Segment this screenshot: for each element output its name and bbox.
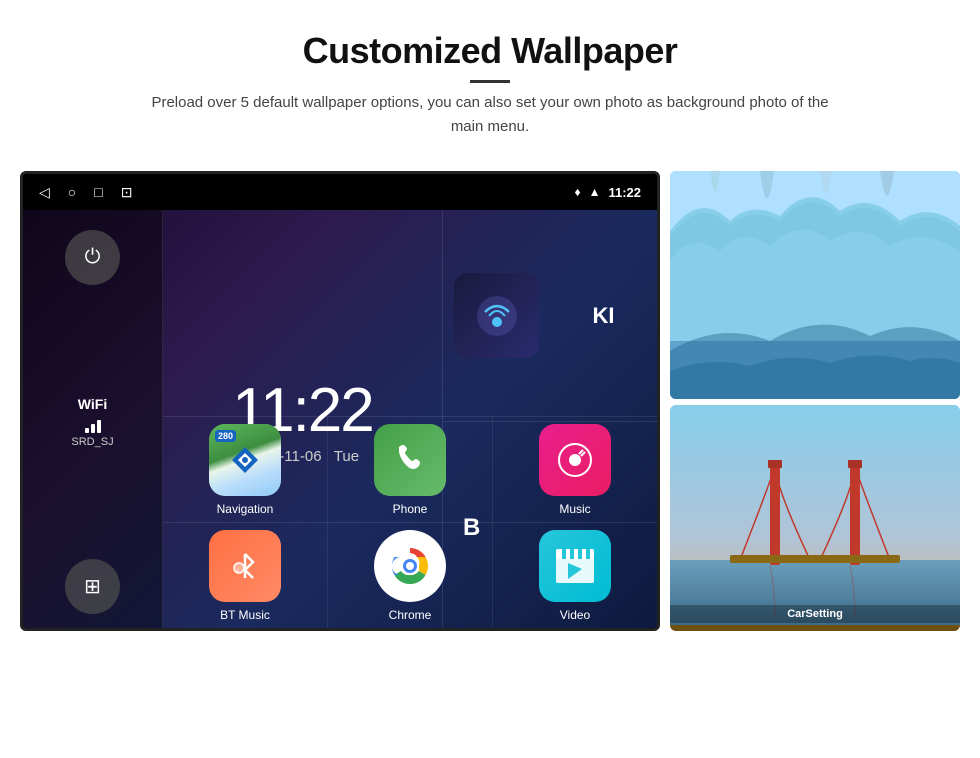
wireless-app-cell[interactable]: [443, 210, 550, 421]
wifi-bars: [71, 415, 113, 433]
chrome-app[interactable]: Chrome: [328, 523, 493, 628]
wallpaper-bridge: CarSetting: [670, 405, 960, 631]
wifi-bar-3: [97, 420, 101, 433]
status-time: 11:22: [608, 185, 641, 200]
apps-grid: 280 Navigation: [163, 416, 657, 628]
chrome-label: Chrome: [389, 608, 432, 622]
wifi-bar-2: [91, 424, 95, 433]
left-sidebar: ⏻ WiFi SRD_SJ ⊞: [23, 210, 163, 631]
bt-music-label: BT Music: [220, 608, 270, 622]
video-icon: [539, 530, 611, 602]
status-bar: ◁ ○ □ ⊡ ♦ ▲ 11:22: [23, 174, 657, 210]
wifi-info: WiFi SRD_SJ: [71, 396, 113, 448]
video-app[interactable]: Video: [493, 523, 657, 628]
phone-label: Phone: [393, 502, 428, 516]
music-icon: [539, 424, 611, 496]
recents-icon[interactable]: □: [94, 184, 102, 200]
wifi-icon: ▲: [589, 185, 601, 199]
music-label: Music: [559, 502, 590, 516]
music-app[interactable]: Music: [493, 417, 657, 522]
page-subtitle: Preload over 5 default wallpaper options…: [150, 91, 830, 139]
car-screen: ◁ ○ □ ⊡ ♦ ▲ 11:22 ⏻ WiFi: [20, 171, 660, 631]
navigation-label: Navigation: [217, 502, 274, 516]
bt-music-app[interactable]: ♪ BT Music: [163, 523, 328, 628]
ki-text: KI: [593, 303, 615, 329]
wireless-icon: [454, 273, 539, 358]
title-section: Customized Wallpaper Preload over 5 defa…: [150, 30, 830, 161]
page-title: Customized Wallpaper: [150, 30, 830, 72]
apps-button[interactable]: ⊞: [65, 559, 120, 614]
video-label: Video: [560, 608, 590, 622]
svg-text:♪: ♪: [236, 567, 240, 574]
back-icon[interactable]: ◁: [39, 184, 50, 201]
nav-badge: 280: [215, 430, 236, 442]
apps-row-2: ♪ BT Music: [163, 522, 657, 628]
top-right-row: KI: [443, 210, 657, 422]
wifi-network: SRD_SJ: [71, 436, 113, 448]
apps-row-1: 280 Navigation: [163, 416, 657, 522]
home-icon[interactable]: ○: [68, 184, 76, 200]
wifi-label: WiFi: [71, 396, 113, 412]
content-area: ◁ ○ □ ⊡ ♦ ▲ 11:22 ⏻ WiFi: [20, 171, 960, 631]
car-setting-label: CarSetting: [670, 605, 960, 623]
phone-app[interactable]: Phone: [328, 417, 493, 522]
wifi-bar-1: [85, 428, 89, 433]
chrome-icon: [374, 530, 446, 602]
status-bar-right: ♦ ▲ 11:22: [574, 185, 641, 200]
bt-music-icon: ♪: [209, 530, 281, 602]
location-icon: ♦: [574, 185, 580, 199]
phone-icon: [374, 424, 446, 496]
wallpaper-ice: [670, 171, 960, 399]
ki-cell[interactable]: KI: [550, 210, 657, 421]
page-wrapper: Customized Wallpaper Preload over 5 defa…: [0, 0, 980, 758]
right-panel: CarSetting: [670, 171, 960, 631]
navigation-icon: 280: [209, 424, 281, 496]
status-bar-left: ◁ ○ □ ⊡: [39, 184, 132, 201]
power-button[interactable]: ⏻: [65, 230, 120, 285]
navigation-app[interactable]: 280 Navigation: [163, 417, 328, 522]
title-underline: [470, 80, 510, 83]
image-icon[interactable]: ⊡: [121, 184, 133, 201]
